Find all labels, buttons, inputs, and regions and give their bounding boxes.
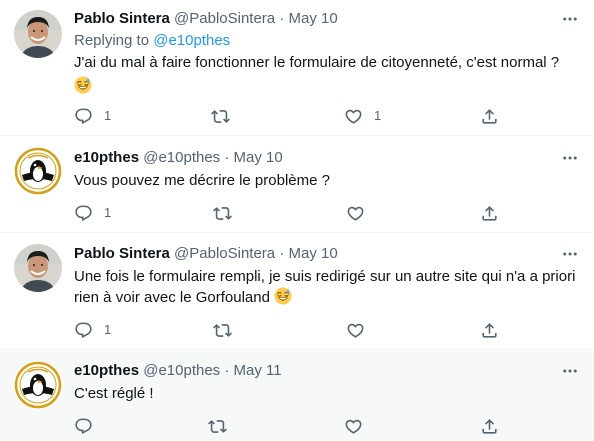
share-icon bbox=[480, 321, 499, 340]
tweet-date[interactable]: May 10 bbox=[289, 245, 338, 262]
tweet-1[interactable]: Pablo Sintera @PabloSintera · May 10 Rep… bbox=[0, 0, 594, 136]
tweet-2[interactable]: e10pthes @e10pthes · May 10 Vous pouvez … bbox=[0, 137, 594, 233]
tweet-text: Vous pouvez me décrire le problème ? bbox=[74, 172, 330, 189]
replying-to-link[interactable]: @e10pthes bbox=[153, 32, 230, 49]
separator: · bbox=[224, 149, 230, 166]
share-button[interactable] bbox=[480, 320, 499, 340]
reply-button[interactable]: 1 bbox=[74, 320, 111, 340]
like-count: 1 bbox=[374, 108, 382, 123]
avatar[interactable] bbox=[14, 244, 62, 292]
separator: · bbox=[279, 10, 285, 27]
share-icon bbox=[480, 107, 499, 126]
avatar-photo-icon bbox=[14, 244, 62, 292]
reply-icon bbox=[74, 107, 93, 126]
tweet-4[interactable]: e10pthes @e10pthes · May 11 C'est réglé … bbox=[0, 351, 594, 441]
retweet-button[interactable] bbox=[213, 320, 232, 340]
reply-button[interactable]: 1 bbox=[74, 106, 111, 126]
like-button[interactable] bbox=[346, 203, 365, 223]
reply-count: 1 bbox=[104, 205, 112, 220]
user-handle[interactable]: @PabloSintera bbox=[174, 245, 275, 262]
tweet-text: C'est réglé ! bbox=[74, 385, 154, 402]
tweet-text: Une fois le formulaire rempli, je suis r… bbox=[74, 266, 579, 308]
tweet-date[interactable]: May 11 bbox=[234, 362, 282, 379]
retweet-icon bbox=[208, 417, 227, 436]
sweat-smile-emoji-icon bbox=[74, 76, 92, 94]
retweet-button[interactable] bbox=[211, 106, 230, 126]
user-handle[interactable]: @PabloSintera bbox=[174, 10, 275, 27]
tweet-text-line: rien à voir avec le Gorfouland bbox=[74, 289, 270, 306]
share-button[interactable] bbox=[480, 203, 499, 223]
share-icon bbox=[480, 417, 499, 436]
heart-icon bbox=[344, 107, 363, 126]
user-handle[interactable]: @e10pthes bbox=[143, 362, 220, 379]
retweet-icon bbox=[213, 321, 232, 340]
more-horizontal-icon[interactable] bbox=[560, 244, 580, 264]
tweet-header: Pablo Sintera @PabloSintera · May 10 bbox=[74, 8, 338, 30]
reply-count: 1 bbox=[104, 322, 112, 337]
retweet-button[interactable] bbox=[213, 203, 232, 223]
tweet-header: e10pthes @e10pthes · May 10 bbox=[74, 147, 283, 169]
tweet-date[interactable]: May 10 bbox=[234, 149, 283, 166]
reply-count: 1 bbox=[104, 108, 112, 123]
retweet-button[interactable] bbox=[208, 416, 227, 436]
tweet-header: Pablo Sintera @PabloSintera · May 10 bbox=[74, 243, 338, 265]
tweet-date[interactable]: May 10 bbox=[289, 10, 338, 27]
reply-icon bbox=[74, 417, 93, 436]
tweet-text-line: J'ai du mal à faire fonctionner le formu… bbox=[74, 54, 560, 71]
separator: · bbox=[279, 245, 285, 262]
heart-icon bbox=[346, 204, 365, 223]
heart-icon bbox=[346, 321, 365, 340]
more-horizontal-icon[interactable] bbox=[560, 361, 580, 381]
avatar[interactable] bbox=[14, 147, 62, 195]
avatar[interactable] bbox=[14, 361, 62, 409]
gorfou-logo-icon bbox=[14, 361, 62, 409]
reply-icon bbox=[74, 204, 93, 223]
share-icon bbox=[480, 204, 499, 223]
heart-icon bbox=[344, 417, 363, 436]
reply-button[interactable] bbox=[74, 416, 93, 436]
separator: · bbox=[224, 362, 230, 379]
tweet-text: J'ai du mal à faire fonctionner le formu… bbox=[74, 52, 579, 97]
more-horizontal-icon[interactable] bbox=[560, 9, 580, 29]
sweat-smile-emoji-icon bbox=[274, 287, 292, 305]
replying-to: Replying to @e10pthes bbox=[74, 31, 230, 51]
avatar[interactable] bbox=[14, 10, 62, 58]
display-name[interactable]: Pablo Sintera bbox=[74, 10, 170, 27]
tweet-3[interactable]: Pablo Sintera @PabloSintera · May 10 Une… bbox=[0, 234, 594, 350]
replying-label: Replying to bbox=[74, 32, 150, 49]
share-button[interactable] bbox=[480, 106, 499, 126]
tweet-actions: 1 bbox=[74, 203, 514, 223]
like-button[interactable] bbox=[346, 320, 365, 340]
display-name[interactable]: e10pthes bbox=[74, 149, 139, 166]
retweet-icon bbox=[213, 204, 232, 223]
tweet-actions bbox=[74, 416, 514, 436]
avatar-photo-icon bbox=[14, 10, 62, 58]
gorfou-logo-icon bbox=[14, 147, 62, 195]
tweet-actions: 1 bbox=[74, 320, 514, 340]
like-button[interactable] bbox=[344, 416, 363, 436]
reply-icon bbox=[74, 321, 93, 340]
display-name[interactable]: Pablo Sintera bbox=[74, 245, 170, 262]
tweet-text-line: Une fois le formulaire rempli, je suis r… bbox=[74, 268, 576, 285]
display-name[interactable]: e10pthes bbox=[74, 362, 139, 379]
share-button[interactable] bbox=[480, 416, 499, 436]
tweet-header: e10pthes @e10pthes · May 11 bbox=[74, 360, 282, 382]
more-horizontal-icon[interactable] bbox=[560, 148, 580, 168]
reply-button[interactable]: 1 bbox=[74, 203, 111, 223]
tweet-actions: 1 1 bbox=[74, 106, 514, 126]
like-button[interactable]: 1 bbox=[344, 106, 381, 126]
retweet-icon bbox=[211, 107, 230, 126]
user-handle[interactable]: @e10pthes bbox=[143, 149, 220, 166]
